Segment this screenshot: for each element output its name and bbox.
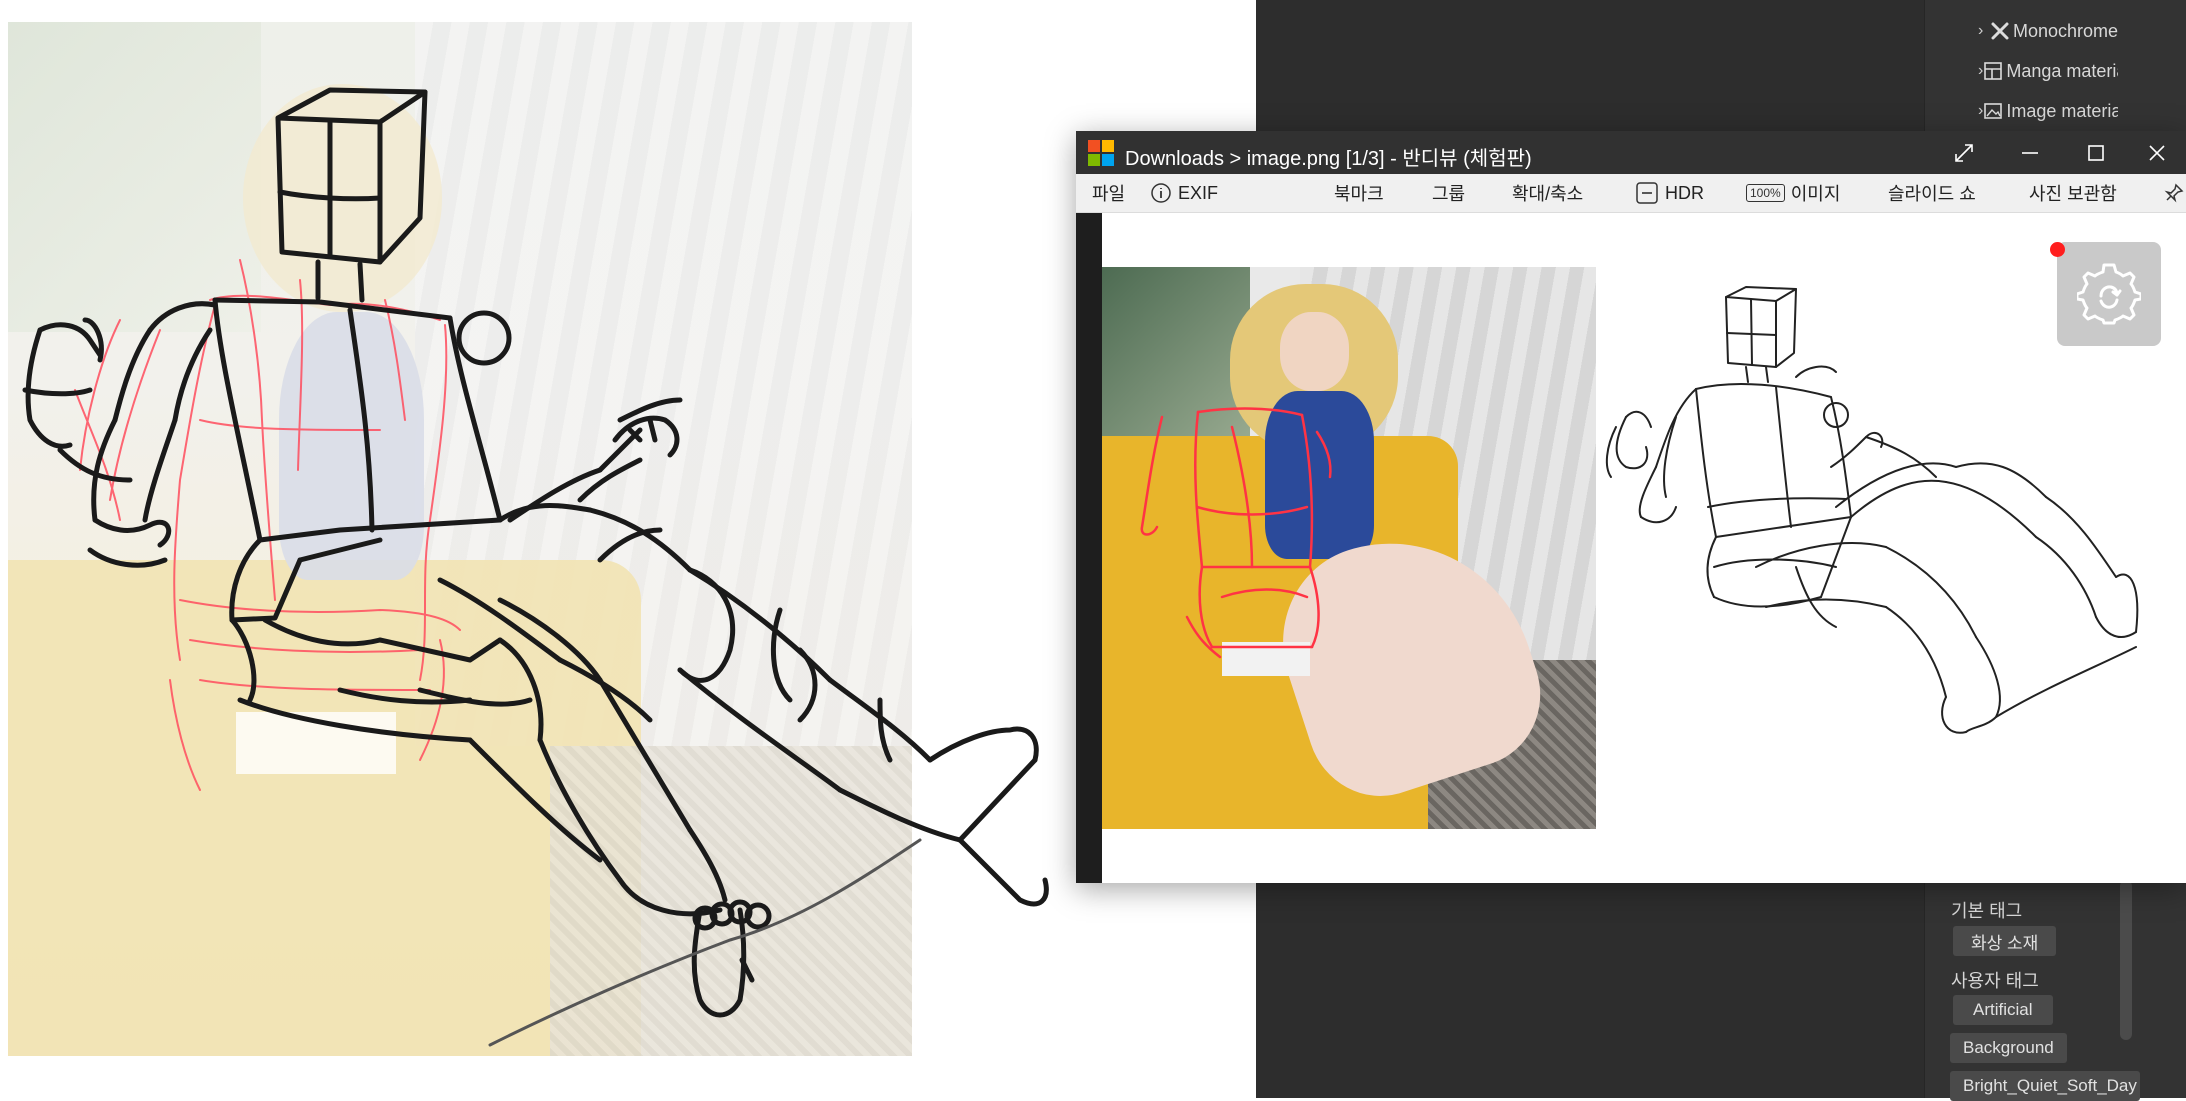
drawing-canvas[interactable] <box>0 0 1256 1098</box>
chevron-right-icon[interactable]: › <box>1978 22 1989 40</box>
panel-scrollbar[interactable] <box>2120 880 2132 1040</box>
user-tag-chip[interactable]: Background <box>1950 1033 2067 1063</box>
menu-zoom[interactable]: 확대/축소 <box>1512 174 1583 212</box>
fullscreen-button[interactable] <box>1931 131 1997 174</box>
close-button[interactable] <box>2128 131 2186 174</box>
menu-image-label: 이미지 <box>1790 184 1841 204</box>
settings-refresh-button[interactable] <box>2057 242 2161 346</box>
sparkle-x-icon <box>1989 20 2010 42</box>
hdr-toggle-icon <box>1635 181 1659 205</box>
user-tags-heading: 사용자 태그 <box>1951 971 2039 991</box>
maximize-button[interactable] <box>2063 131 2129 174</box>
viewer-title-bar[interactable]: Downloads > image.png [1/3] - 반디뷰 (체험판) <box>1076 131 2186 174</box>
black-mannequin-lines <box>22 87 1049 1047</box>
tree-item-label: Manga material <box>2006 60 2118 81</box>
close-icon <box>2149 144 2165 161</box>
menu-image[interactable]: 100% 이미지 <box>1746 174 1840 212</box>
tree-item-image-material[interactable]: › Image material <box>1978 96 2118 126</box>
info-icon <box>1150 182 1172 204</box>
pin-icon <box>2164 183 2184 203</box>
bandiview-logo <box>1088 140 1114 166</box>
menu-group[interactable]: 그룹 <box>1432 174 1465 212</box>
menu-exif-label: EXIF <box>1178 182 1219 203</box>
menu-hdr-label: HDR <box>1665 182 1704 203</box>
layout-icon <box>1983 60 2003 82</box>
tree-item-label: Image material <box>2006 100 2118 121</box>
image-viewer-window: Downloads > image.png [1/3] - 반디뷰 (체험판) … <box>1076 131 2186 883</box>
notification-dot <box>2050 242 2065 257</box>
minimize-icon <box>2022 151 2038 154</box>
mannequin-sketch <box>22 87 1049 1047</box>
gear-refresh-icon <box>2077 263 2141 325</box>
menu-hdr[interactable]: HDR <box>1635 174 1704 212</box>
user-tag-chip[interactable]: Bright_Quiet_Soft_Day <box>1950 1071 2140 1101</box>
menu-photo-archive[interactable]: 사진 보관함 <box>2029 174 2117 212</box>
window-title: Downloads > image.png [1/3] - 반디뷰 (체험판) <box>1125 148 1532 170</box>
menu-slideshow[interactable]: 슬라이드 쇼 <box>1888 174 1976 212</box>
tree-item-manga-material[interactable]: › Manga material <box>1978 56 2118 86</box>
viewer-red-overlay <box>1140 407 1332 659</box>
view-left-edge <box>1076 213 1102 883</box>
user-tag-chip[interactable]: Artificial <box>1953 995 2053 1025</box>
pin-button[interactable] <box>2164 174 2184 212</box>
image-icon <box>1983 100 2003 122</box>
viewer-menu-bar: 파일 EXIF 북마크 그룹 확대/축소 HDR 100% 이미지 슬라이드 쇼… <box>1076 174 2186 213</box>
minimize-button[interactable] <box>1997 131 2063 174</box>
menu-exif[interactable]: EXIF <box>1150 174 1218 212</box>
basic-tag-chip[interactable]: 화상 소재 <box>1953 926 2057 956</box>
tree-item-monochrome[interactable]: › Monochrome <box>1978 16 2118 46</box>
zoom-100-icon: 100% <box>1746 184 1785 202</box>
tree-item-label: Monochrome <box>2012 20 2118 41</box>
expand-icon <box>1955 143 1973 162</box>
menu-file[interactable]: 파일 <box>1092 174 1125 212</box>
maximize-icon <box>2088 144 2104 161</box>
basic-tags-heading: 기본 태그 <box>1951 901 2023 921</box>
menu-bookmark[interactable]: 북마크 <box>1334 174 1384 212</box>
